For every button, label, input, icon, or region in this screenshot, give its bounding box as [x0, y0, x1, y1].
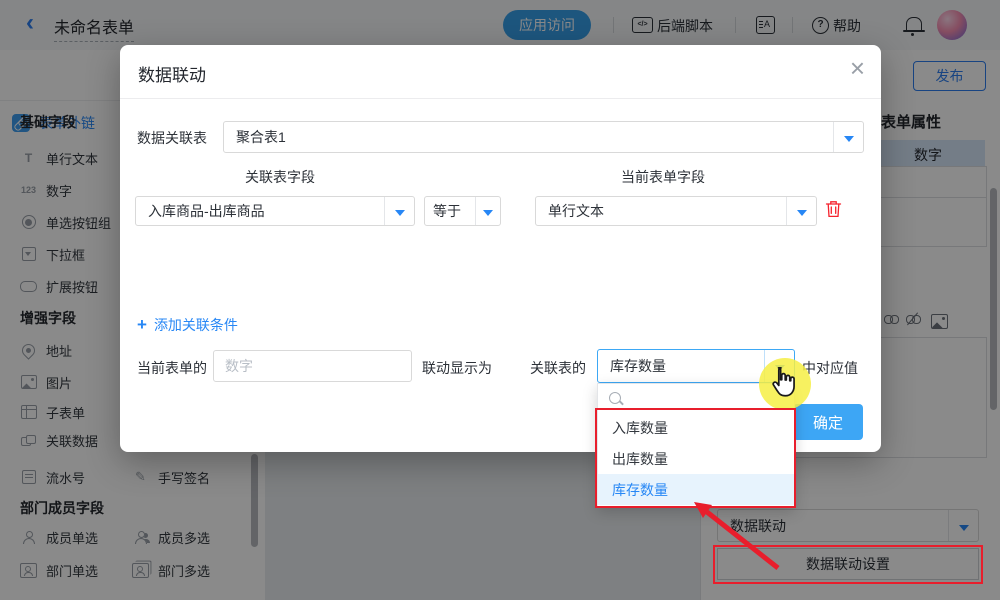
modal-divider [120, 98, 881, 99]
annotation-box-setting [713, 545, 983, 584]
cursor-icon [767, 366, 797, 403]
condition-left-field-select[interactable]: 入库商品-出库商品 [135, 196, 415, 226]
annotation-box-options [595, 408, 796, 508]
delete-condition-icon[interactable] [825, 200, 842, 223]
search-icon [609, 392, 621, 404]
condition-left-field-value: 入库商品-出库商品 [136, 197, 384, 225]
add-condition-link[interactable]: + 添加关联条件 [137, 315, 238, 335]
condition-operator-value: 等于 [425, 197, 475, 225]
condition-operator-select[interactable]: 等于 [424, 196, 501, 226]
modal-title: 数据联动 [138, 61, 206, 86]
linked-field-select-value: 库存数量 [598, 350, 764, 382]
linked-table-prefix-label: 关联表的 [530, 358, 586, 378]
chevron-down-icon [483, 210, 493, 216]
chevron-down-icon [797, 210, 807, 216]
confirm-button[interactable]: 确定 [793, 404, 863, 440]
linked-table-select-value: 聚合表1 [224, 122, 833, 152]
plus-icon: + [137, 317, 147, 333]
column-header-current-field: 当前表单字段 [598, 167, 728, 187]
chevron-down-icon [395, 210, 405, 216]
linked-table-select[interactable]: 聚合表1 [223, 121, 864, 153]
column-header-linked-field: 关联表字段 [215, 167, 345, 187]
chevron-down-icon [844, 136, 854, 142]
corresponding-value-label: 中对应值 [802, 358, 858, 378]
linkage-display-label: 联动显示为 [422, 358, 492, 378]
form-builder-app: ‹ 未命名表单 应用访问 </> 后端脚本 A ? 帮助 表单外链 基础字段 T… [0, 0, 1000, 600]
close-icon[interactable]: × [850, 55, 865, 81]
condition-right-field-select[interactable]: 单行文本 [535, 196, 817, 226]
condition-right-field-value: 单行文本 [536, 197, 786, 225]
current-form-prefix-label: 当前表单的 [137, 358, 207, 378]
current-form-field-input[interactable] [213, 350, 412, 382]
linked-table-label: 数据关联表 [137, 128, 207, 148]
